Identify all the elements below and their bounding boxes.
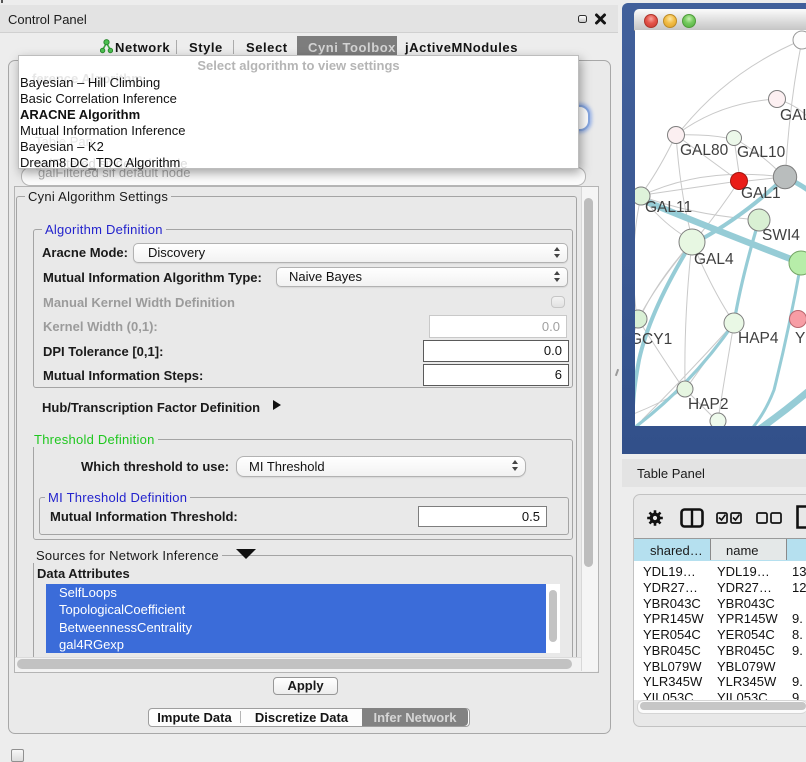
- svg-text:GAL10: GAL10: [737, 144, 786, 161]
- svg-text:HAP2: HAP2: [688, 396, 729, 413]
- svg-text:GCY1: GCY1: [635, 331, 672, 348]
- svg-text:GAL11: GAL11: [645, 199, 692, 216]
- svg-text:YM: YM: [795, 330, 806, 347]
- svg-text:HAP4: HAP4: [738, 330, 779, 347]
- svg-text:GAL4: GAL4: [694, 251, 734, 268]
- svg-text:SWI4: SWI4: [762, 227, 800, 244]
- svg-text:GAL7: GAL7: [780, 107, 806, 124]
- svg-text:GAL1: GAL1: [741, 185, 781, 202]
- svg-text:GAL80: GAL80: [680, 142, 729, 159]
